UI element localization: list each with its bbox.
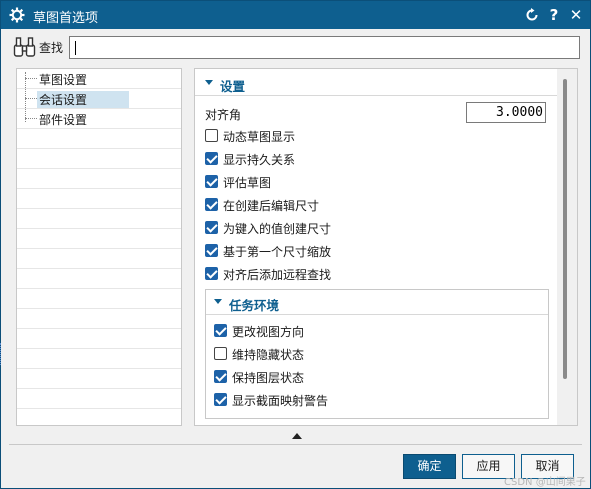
tree-item-label: 部件设置 xyxy=(39,113,88,127)
collapse-triangle-icon xyxy=(214,299,222,304)
tree-row xyxy=(17,169,181,189)
tree-row xyxy=(17,189,181,209)
binoculars-icon xyxy=(13,35,37,59)
checkbox-label: 在创建后编辑尺寸 xyxy=(223,199,320,213)
divider xyxy=(195,95,557,96)
snap-angle-input[interactable] xyxy=(466,102,546,123)
divider xyxy=(206,314,548,315)
checkbox-evaluate-sketch[interactable]: 评估草图 xyxy=(205,173,405,191)
checkbox-maintain-layer-state[interactable]: 保持图层状态 xyxy=(214,368,414,386)
checkbox-scale-by-first-dimension[interactable]: 基于第一个尺寸缩放 xyxy=(205,242,405,260)
tree-item-sketch-settings[interactable]: 草图设置 xyxy=(17,69,181,122)
checkbox[interactable] xyxy=(214,347,227,360)
section-title: 任务环境 xyxy=(229,298,280,313)
tree-row xyxy=(17,209,181,229)
tree-item-label: 草图设置 xyxy=(39,73,88,87)
text-caret xyxy=(75,41,76,55)
checkbox[interactable] xyxy=(205,198,218,211)
reset-icon[interactable] xyxy=(521,4,543,26)
checkbox[interactable] xyxy=(205,129,218,142)
tree-row xyxy=(17,289,181,309)
collapse-triangle-icon xyxy=(205,80,213,85)
close-button[interactable]: ✕ xyxy=(565,4,587,26)
watermark: CSDN @山间果子 xyxy=(504,477,586,488)
checkbox-show-persistent-relations[interactable]: 显示持久关系 xyxy=(205,150,405,168)
checkbox-create-dimension-for-typed-values[interactable]: 为键入的值创建尺寸 xyxy=(205,219,405,237)
tree-row xyxy=(17,149,181,169)
checkbox[interactable] xyxy=(205,175,218,188)
checkbox-label: 显示截面映射警告 xyxy=(232,394,329,408)
checkbox-dynamic-sketch-display[interactable]: 动态草图显示 xyxy=(205,127,405,145)
checkbox[interactable] xyxy=(205,152,218,165)
checkbox-label: 评估草图 xyxy=(223,176,272,190)
tree-item-part-settings[interactable]: 部件设置 xyxy=(17,109,181,129)
checkbox-maintain-hidden-state[interactable]: 维持隐藏状态 xyxy=(214,345,414,363)
ok-button[interactable]: 确定 xyxy=(403,454,456,479)
tree-item-label: 会话设置 xyxy=(37,91,130,108)
tree-item-session-settings[interactable]: 会话设置 xyxy=(17,89,181,109)
tree-row xyxy=(17,129,181,149)
dialog-title: 草图首选项 xyxy=(33,11,99,26)
vertical-scrollbar[interactable] xyxy=(563,79,567,379)
tree-row xyxy=(17,309,181,329)
checkbox[interactable] xyxy=(214,324,227,337)
tree-row xyxy=(17,249,181,269)
checkbox[interactable] xyxy=(205,221,218,234)
task-environment-group: 任务环境 更改视图方向 维持隐藏状态 保持图层状态 显示截面映射警告 xyxy=(205,289,549,419)
checkbox-label: 维持隐藏状态 xyxy=(232,348,305,362)
tree-row xyxy=(17,349,181,369)
edge-marker xyxy=(0,343,2,365)
checkbox-change-view-orientation[interactable]: 更改视图方向 xyxy=(214,322,414,340)
checkbox[interactable] xyxy=(205,244,218,257)
checkbox[interactable] xyxy=(214,370,227,383)
checkbox[interactable] xyxy=(205,267,218,280)
checkbox-add-remote-find-after-snap[interactable]: 对齐后添加远程查找 xyxy=(205,265,405,283)
tree-row xyxy=(17,329,181,349)
section-settings-header[interactable]: 设置 xyxy=(205,76,405,94)
tree-row xyxy=(17,229,181,249)
checkbox-label: 为键入的值创建尺寸 xyxy=(223,222,332,236)
checkbox-label: 保持图层状态 xyxy=(232,371,305,385)
checkbox-label: 基于第一个尺寸缩放 xyxy=(223,245,332,259)
checkbox-label: 动态草图显示 xyxy=(223,130,296,144)
search-input[interactable] xyxy=(69,36,580,59)
snap-angle-label: 对齐角 xyxy=(205,108,242,122)
category-tree: 草图设置 会话设置 部件设置 xyxy=(16,68,182,426)
tree-connector xyxy=(25,118,37,119)
tree-connector xyxy=(25,98,37,99)
tree-row xyxy=(17,369,181,389)
checkbox-label: 更改视图方向 xyxy=(232,325,305,339)
settings-content: 设置 对齐角 动态草图显示 显示持久关系 评估草图 在创建后编辑尺寸 xyxy=(195,69,557,425)
search-label: 查找 xyxy=(39,41,64,55)
checkbox[interactable] xyxy=(214,393,227,406)
tree-row xyxy=(17,269,181,289)
checkbox-edit-dimension-after-creation[interactable]: 在创建后编辑尺寸 xyxy=(205,196,405,214)
section-task-environment-header[interactable]: 任务环境 xyxy=(214,295,414,313)
title-bar: 草图首选项 ? ✕ xyxy=(1,1,590,29)
checkbox-label: 显示持久关系 xyxy=(223,153,296,167)
help-button[interactable]: ? xyxy=(543,4,565,26)
divider xyxy=(9,444,582,445)
section-title: 设置 xyxy=(220,79,246,94)
checkbox-show-section-mapping-warning[interactable]: 显示截面映射警告 xyxy=(214,391,414,409)
settings-panel: 设置 对齐角 动态草图显示 显示持久关系 评估草图 在创建后编辑尺寸 xyxy=(194,68,578,426)
tree-connector xyxy=(25,78,37,79)
sketch-preferences-dialog: 草图首选项 ? ✕ 查找 草图设置 会话设置 部件设置 设置 对齐角 3.000… xyxy=(0,0,591,489)
search-row: 查找 xyxy=(1,33,590,63)
collapse-up-icon[interactable] xyxy=(292,433,302,439)
gear-icon xyxy=(9,7,25,23)
tree-row xyxy=(17,389,181,409)
checkbox-label: 对齐后添加远程查找 xyxy=(223,268,332,282)
